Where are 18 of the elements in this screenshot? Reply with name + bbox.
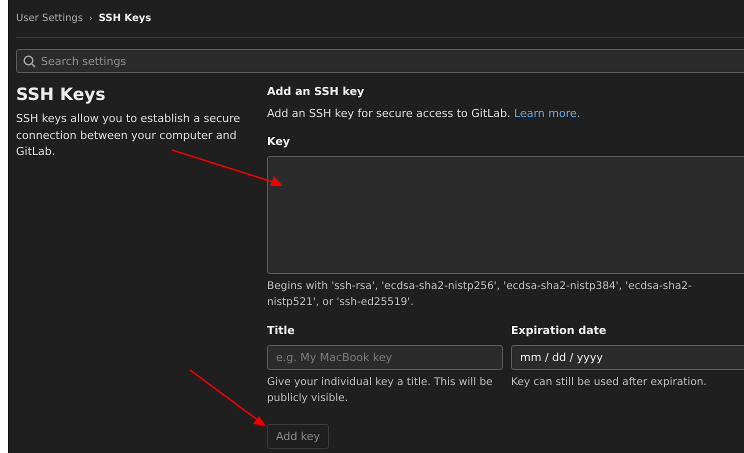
field-label: Key xyxy=(267,135,291,149)
title-input[interactable]: e.g. My MacBook key xyxy=(267,345,503,370)
breadcrumb-item[interactable]: User Settings xyxy=(16,13,83,24)
help-text: Key can still be used after expiration. xyxy=(511,375,708,390)
field-label: Title xyxy=(267,324,296,338)
breadcrumb-separator: › xyxy=(89,14,93,24)
key-textarea[interactable] xyxy=(267,156,744,274)
learn-more-link[interactable]: Learn more. xyxy=(514,107,580,120)
help-text: Begins with 'ssh-rsa', 'ecdsa-sha2-nistp256', 'ecdsa-sha2-nistp384', 'ecdsa-sha2-nistp521', or 'ssh-ed25519'. xyxy=(267,279,693,310)
breadcrumb-item[interactable]: SSH Keys xyxy=(98,13,152,24)
form-heading: Add an SSH key xyxy=(267,85,366,99)
form-intro: Add an SSH key for secure access to GitLab. Learn more. xyxy=(267,107,582,121)
field-label: Expiration date xyxy=(511,324,608,338)
section-description: SSH keys allow you to establish a secure connection between your computer and GitLab. xyxy=(16,111,241,160)
section-title: SSH Keys xyxy=(16,85,106,105)
help-text: Give your individual key a title. This will be publicly visible. xyxy=(267,375,494,406)
search-field[interactable]: Search settings xyxy=(16,49,744,73)
date-input[interactable]: mm / dd / yyyy xyxy=(511,345,744,370)
